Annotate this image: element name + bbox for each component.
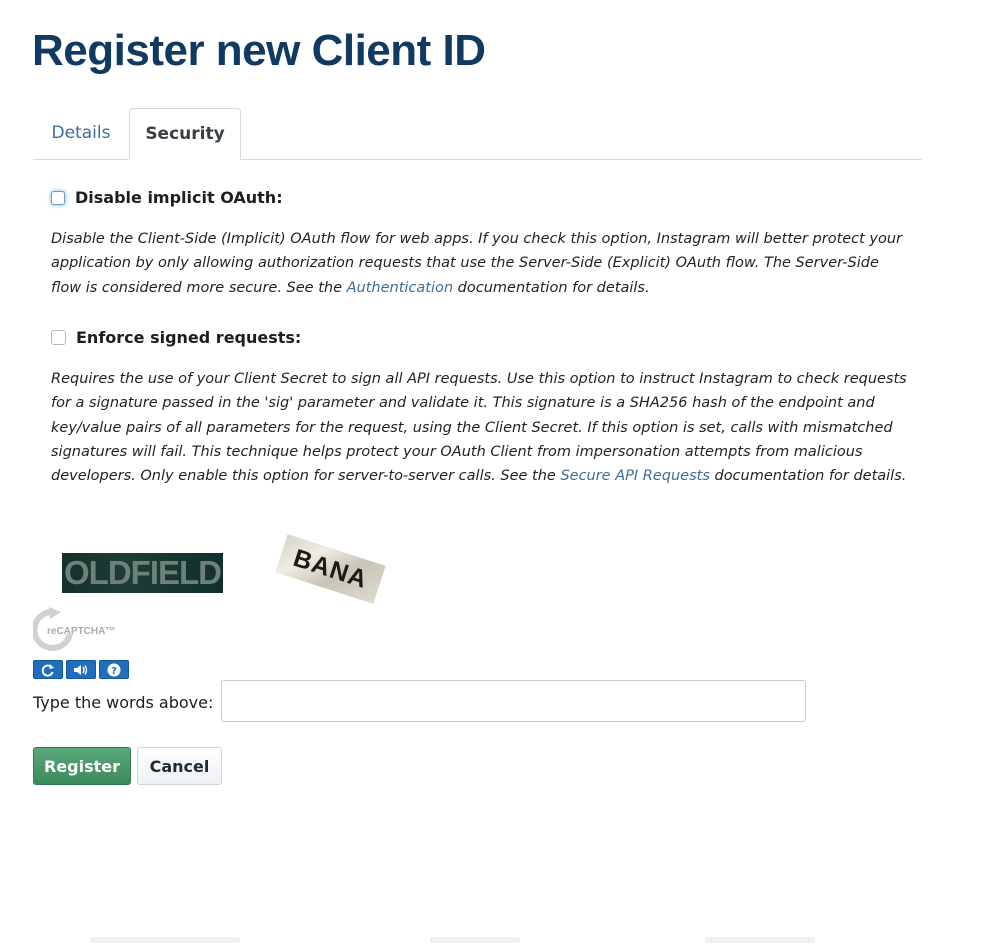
captcha-words-label: Type the words above: (33, 693, 214, 712)
description-text: documentation for details. (453, 279, 650, 296)
captcha-word-image-2: BANA (275, 534, 386, 604)
description-text: documentation for details. (709, 468, 907, 485)
authentication-link[interactable]: Authentication (347, 280, 453, 296)
svg-text:?: ? (111, 666, 117, 677)
footer-divider (705, 937, 815, 943)
captcha-word-image-1: OLDFIELD (62, 553, 223, 593)
captcha-help-button[interactable]: ? (99, 660, 129, 679)
option-disable-implicit-oauth: Disable implicit OAuth: (51, 188, 283, 207)
recaptcha-logo: reCAPTCHA™ (31, 607, 133, 653)
audio-icon (74, 664, 88, 675)
option-enforce-signed-requests: Enforce signed requests: (51, 328, 301, 347)
disable-implicit-oauth-description: Disable the Client-Side (Implicit) OAuth… (51, 227, 913, 300)
page-title: Register new Client ID (32, 26, 486, 75)
captcha-words-input[interactable] (221, 680, 806, 722)
cancel-button[interactable]: Cancel (137, 747, 222, 785)
recaptcha-logo-text: reCAPTCHA™ (47, 626, 115, 637)
tab-security[interactable]: Security (129, 108, 241, 160)
captcha-refresh-button[interactable] (33, 660, 63, 679)
help-icon: ? (107, 663, 121, 677)
tab-details[interactable]: Details (33, 108, 129, 159)
footer-divider (430, 937, 520, 943)
footer-divider (90, 937, 240, 943)
recaptcha-controls: ? (33, 660, 129, 679)
captcha-audio-button[interactable] (66, 660, 96, 679)
tab-bar: Details Security (33, 108, 922, 160)
refresh-icon (41, 663, 54, 676)
disable-implicit-oauth-label: Disable implicit OAuth: (75, 188, 283, 207)
enforce-signed-requests-label: Enforce signed requests: (76, 328, 302, 347)
disable-implicit-oauth-checkbox[interactable] (51, 190, 65, 205)
register-button[interactable]: Register (33, 747, 131, 785)
enforce-signed-requests-description: Requires the use of your Client Secret t… (51, 367, 913, 488)
secure-api-requests-link[interactable]: Secure API Requests (560, 468, 709, 484)
enforce-signed-requests-checkbox[interactable] (51, 330, 66, 345)
recaptcha-logo-icon: reCAPTCHA™ (31, 607, 115, 651)
